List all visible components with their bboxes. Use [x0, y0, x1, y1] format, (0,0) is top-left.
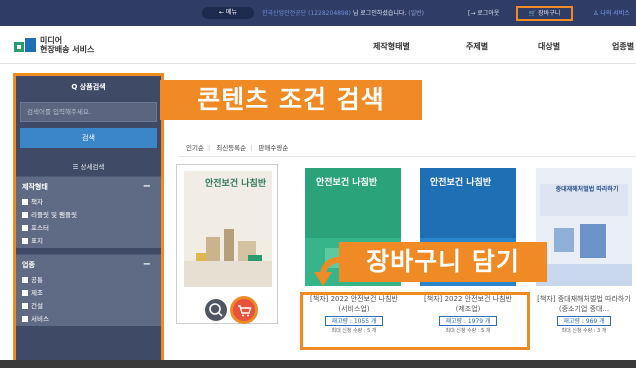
logo-text[interactable]: 미디어 현장배송 서비스	[40, 36, 94, 54]
sort-popular[interactable]: 인기순	[186, 144, 204, 152]
collapse-icon[interactable]: −	[143, 177, 151, 197]
checkbox[interactable]	[22, 225, 28, 231]
nav-item-audience[interactable]: 대상별	[538, 41, 560, 52]
cart-icon: 🛒	[528, 10, 537, 17]
search-button[interactable]: 검색	[20, 128, 157, 148]
checkbox[interactable]	[22, 303, 28, 309]
cover-title: 안전보건 나침반	[205, 179, 267, 189]
checkbox[interactable]	[22, 277, 28, 283]
my-service-label: 나의 서비스	[600, 10, 630, 17]
my-service-link[interactable]: ♙ 나의 서비스	[593, 8, 630, 17]
facet-label: 업종	[22, 261, 35, 269]
option-label: 표지	[31, 237, 43, 245]
callout-add-to-cart: 장바구니 담기	[339, 242, 547, 282]
collapse-icon[interactable]: −	[143, 255, 151, 275]
page: ← 메뉴 한국산업안전공단 (1228204898) 님 로그인하셨습니다. (…	[0, 0, 636, 368]
option-label: 공통	[31, 276, 43, 284]
facet-industry: 업종 − 공통 제조 건설 서비스	[16, 254, 161, 326]
sort-newest[interactable]: 최신등록순	[216, 144, 246, 152]
facet-label: 제작형태	[22, 183, 48, 191]
option-label: 포스터	[31, 224, 49, 232]
logout-link[interactable]: [→ 로그아웃	[468, 8, 499, 17]
logo-line1: 미디어	[40, 36, 63, 45]
checkbox[interactable]	[22, 290, 28, 296]
option-label: 서비스	[31, 315, 49, 323]
checkbox[interactable]	[22, 316, 28, 322]
welcome-org: 한국산업안전공단 (1228204898)	[262, 10, 351, 17]
user-icon: ♙	[593, 10, 599, 17]
checkbox[interactable]	[22, 212, 28, 218]
product-title[interactable]: [책자] 중대재해처벌법 따라하기(중소기업 중대...	[536, 294, 632, 314]
search-icon[interactable]	[205, 299, 227, 321]
checkbox-option[interactable]: 제조	[16, 287, 161, 300]
option-label: 제조	[31, 289, 43, 297]
checkbox-option[interactable]: 포스터	[16, 222, 161, 235]
option-label: 리플릿 및 팸플릿	[31, 211, 77, 219]
product-card[interactable]: 안전보건 나침반	[176, 164, 278, 324]
checkbox-option[interactable]: 리플릿 및 팸플릿	[16, 209, 161, 222]
divider	[178, 156, 636, 157]
search-input[interactable]: 검색어를 입력해주세요.	[20, 102, 157, 122]
cart-icon[interactable]	[233, 299, 255, 321]
welcome-message: 한국산업안전공단 (1228204898) 님 로그인하셨습니다. (일반)	[262, 8, 424, 17]
cart-link-label: 장바구니	[538, 10, 561, 17]
welcome-text: 님 로그인하셨습니다.	[352, 10, 407, 17]
nav-item-industry[interactable]: 업종별	[612, 41, 634, 52]
bottom-strip	[0, 360, 636, 368]
checkbox-option[interactable]: 표지	[16, 235, 161, 248]
search-sidebar: Q 상품검색 검색어를 입력해주세요. 검색 ☰ 상세검색 제작형태 − 책자 …	[13, 73, 164, 368]
logo-line2: 현장배송 서비스	[40, 45, 95, 54]
facet-header[interactable]: 제작형태 −	[16, 176, 161, 196]
facet-production-type: 제작형태 − 책자 리플릿 및 팸플릿 포스터 표지	[16, 176, 161, 248]
sort-sales[interactable]: 판매수량순	[258, 144, 288, 152]
checkbox[interactable]	[22, 199, 28, 205]
checkbox[interactable]	[22, 238, 28, 244]
menu-button[interactable]: ← 메뉴	[202, 7, 254, 19]
cover-title: 안전보건 나침반	[430, 178, 492, 188]
nav-item-production-type[interactable]: 제작형태별	[373, 41, 410, 52]
checkbox-option[interactable]: 서비스	[16, 313, 161, 326]
max-quantity: 최대 신청 수량 : 3 개	[561, 328, 607, 334]
detail-search-title: ☰ 상세검색	[72, 163, 105, 171]
sort-options: 인기순 | 최신등록순 | 판매수량순	[186, 144, 289, 152]
nav-item-topic[interactable]: 주제별	[466, 41, 488, 52]
facet-header[interactable]: 업종 −	[16, 254, 161, 274]
option-label: 건설	[31, 302, 43, 310]
checkbox-option[interactable]: 공통	[16, 274, 161, 287]
cover-title: 안전보건 나침반	[316, 178, 378, 188]
logo-icon	[14, 38, 36, 52]
cover-title: 중대재해처벌법 따라하기	[555, 186, 619, 193]
checkbox-option[interactable]: 책자	[16, 196, 161, 209]
welcome-role: (일반)	[408, 10, 425, 17]
option-label: 책자	[31, 198, 43, 206]
callout-condition-search: 콘텐츠 조건 검색	[160, 80, 422, 120]
top-bar: ← 메뉴 한국산업안전공단 (1228204898) 님 로그인하셨습니다. (…	[0, 0, 636, 26]
cart-link[interactable]: 🛒 장바구니	[516, 6, 573, 21]
stock-badge: 재고량 : 969 개	[557, 316, 611, 326]
product-info: [책자] 중대재해처벌법 따라하기(중소기업 중대... 재고량 : 969 개…	[536, 294, 632, 336]
highlight-box	[300, 292, 530, 350]
product-search-title: Q 상품검색	[71, 83, 106, 91]
checkbox-option[interactable]: 건설	[16, 300, 161, 313]
site-header: 미디어 현장배송 서비스 제작형태별 주제별 대상별 업종별	[0, 26, 636, 64]
